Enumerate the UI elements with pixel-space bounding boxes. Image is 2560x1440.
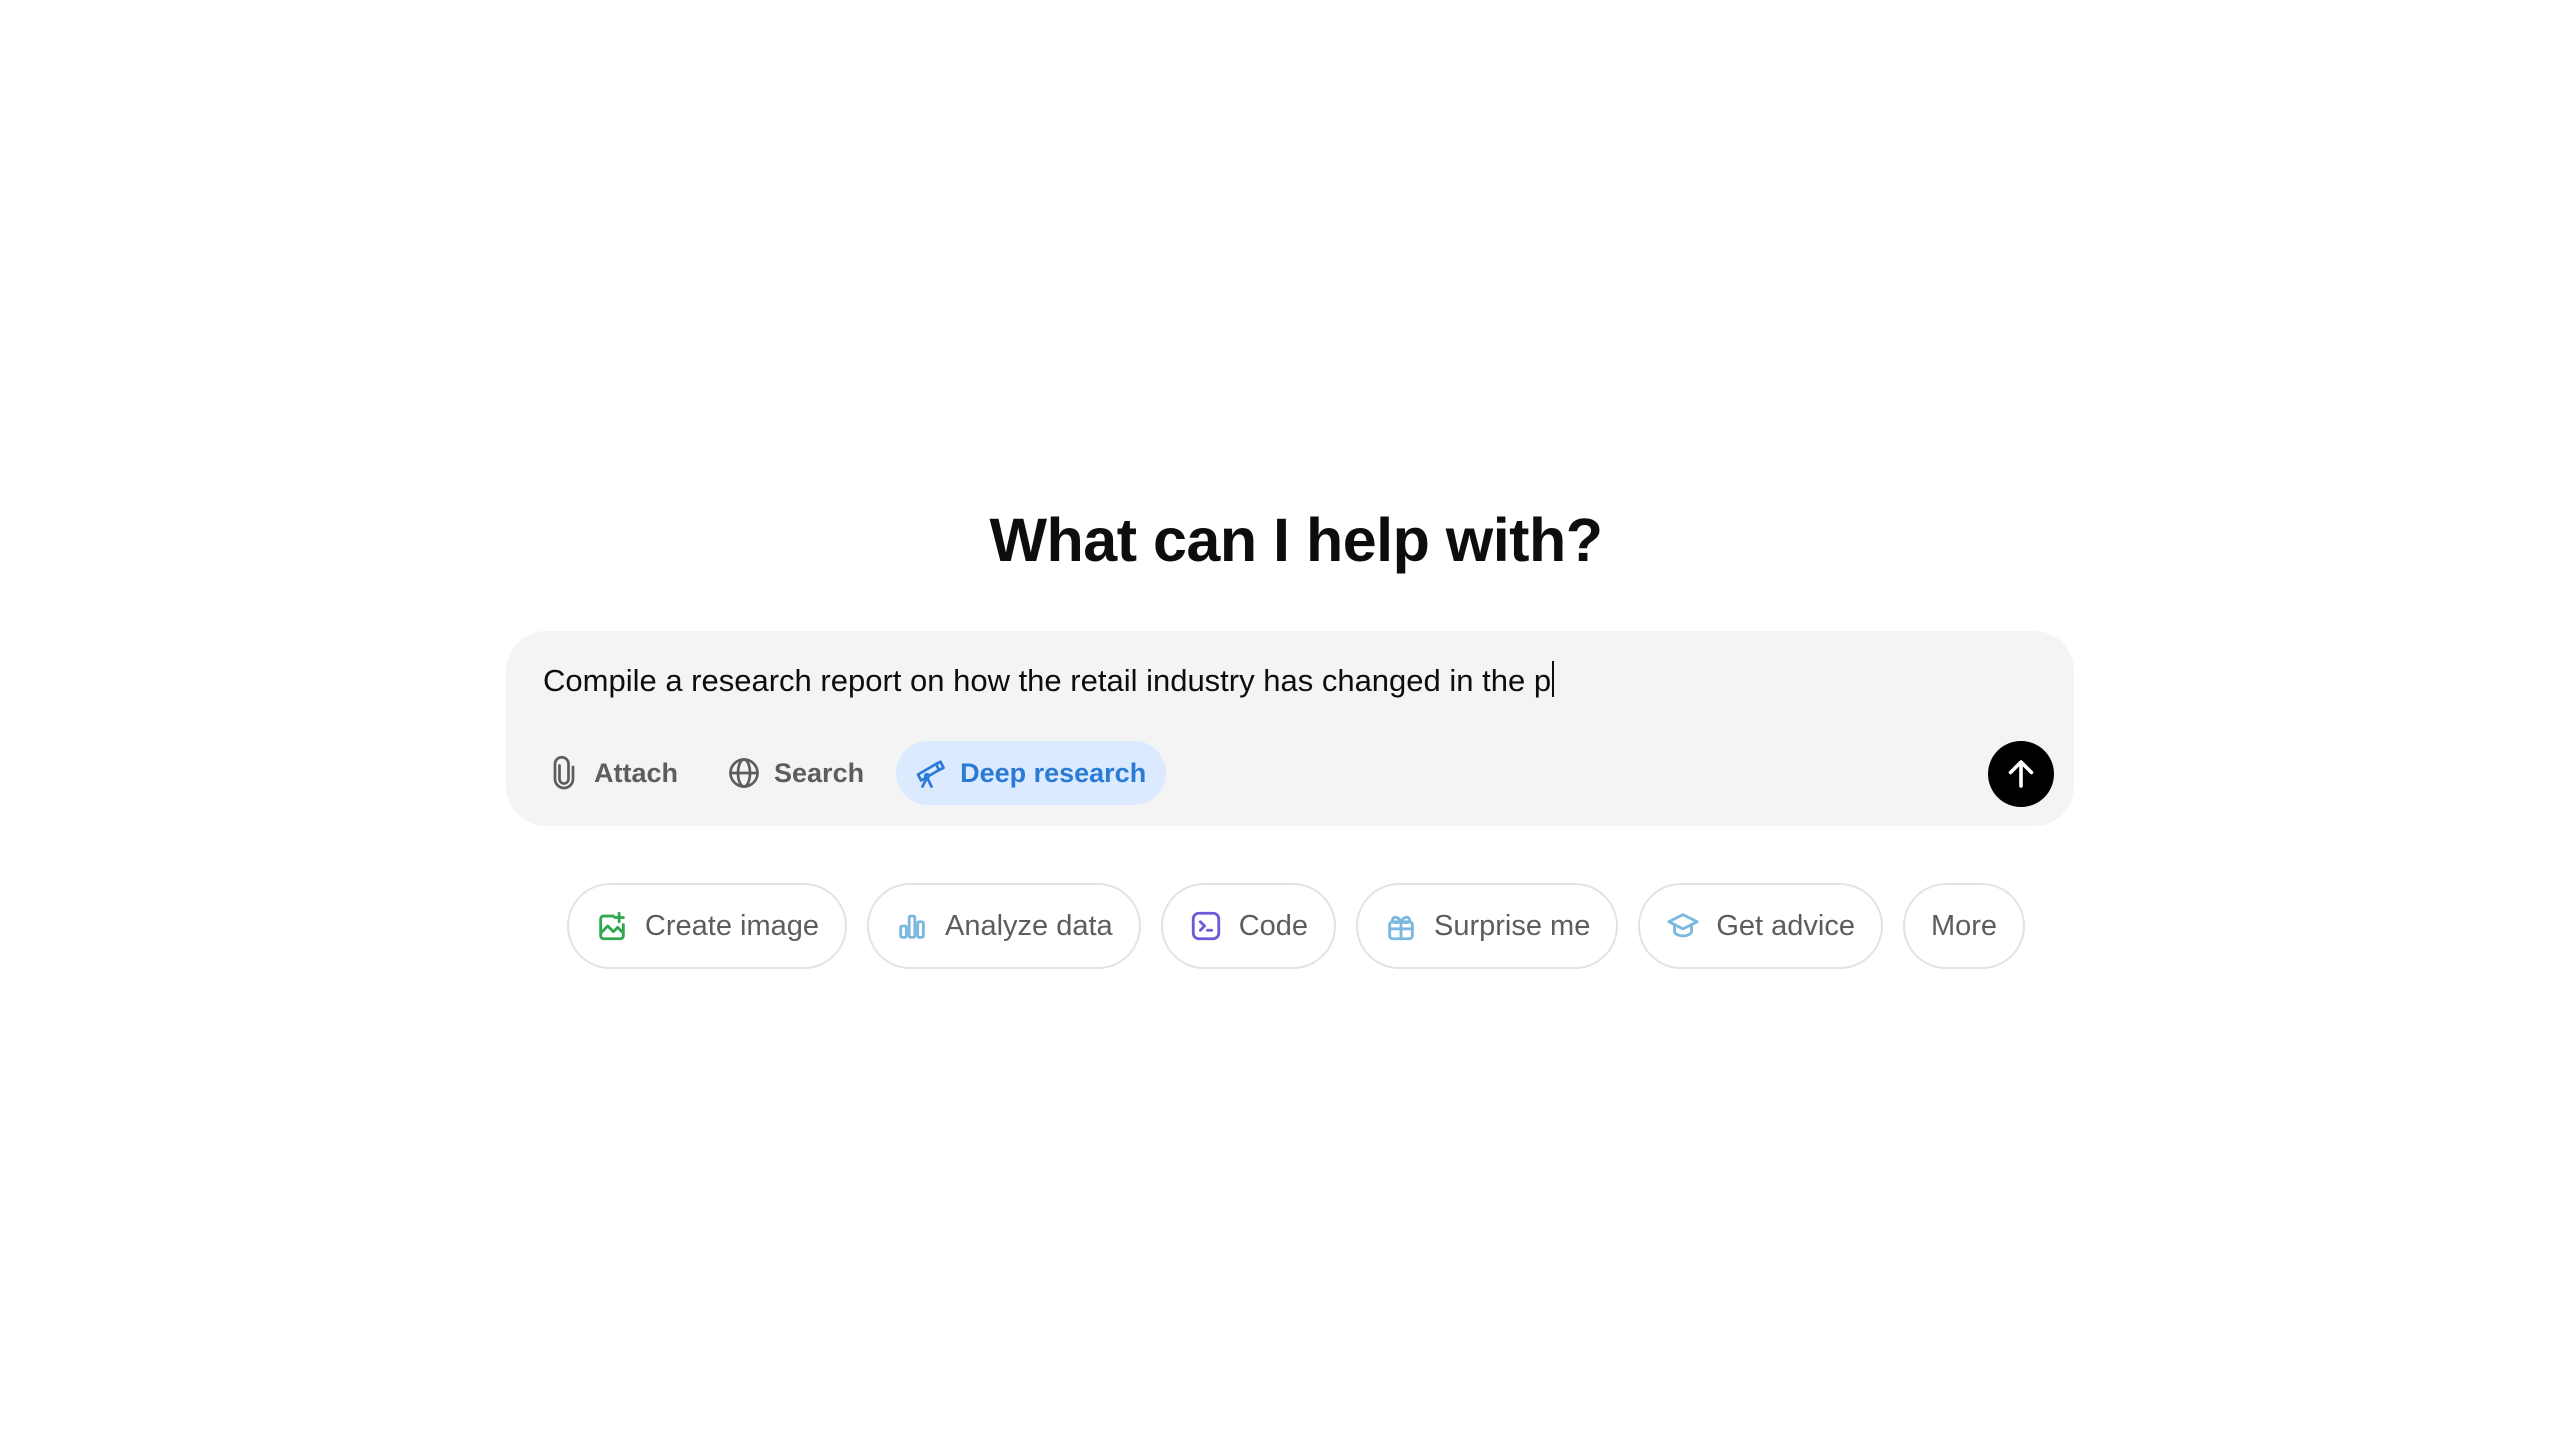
create-image-label: Create image xyxy=(644,909,820,942)
deep-research-button[interactable]: Deep research xyxy=(896,741,1167,805)
attach-label: Attach xyxy=(594,757,679,788)
prompt-text: Compile a research report on how the ret… xyxy=(543,663,1552,698)
analyze-data-chip[interactable]: Analyze data xyxy=(867,883,1141,969)
send-button[interactable] xyxy=(1988,741,2054,807)
prompt-input[interactable]: Compile a research report on how the ret… xyxy=(543,661,1555,701)
get-advice-label: Get advice xyxy=(1716,909,1855,942)
more-chip[interactable]: More xyxy=(1902,883,2026,969)
page: What can I help with? Compile a research… xyxy=(0,0,2560,1440)
surprise-me-chip[interactable]: Surprise me xyxy=(1356,883,1619,969)
search-label: Search xyxy=(774,757,865,788)
code-chip[interactable]: Code xyxy=(1160,883,1337,969)
globe-icon xyxy=(726,755,762,791)
bar-chart-icon xyxy=(895,909,929,943)
attach-button[interactable]: Attach xyxy=(530,741,698,805)
arrow-up-icon xyxy=(2003,756,2039,792)
text-caret xyxy=(1552,661,1555,697)
telescope-icon xyxy=(912,755,948,791)
get-advice-chip[interactable]: Get advice xyxy=(1638,883,1883,969)
create-image-chip[interactable]: Create image xyxy=(566,883,848,969)
suggestion-chips: Create image Analyze data Code Surprise … xyxy=(0,883,2560,969)
page-title: What can I help with? xyxy=(989,506,1603,574)
graduation-cap-icon xyxy=(1666,909,1700,943)
gift-icon xyxy=(1384,909,1418,943)
paperclip-icon xyxy=(546,755,582,791)
deep-research-label: Deep research xyxy=(960,757,1147,788)
more-label: More xyxy=(1930,909,1998,942)
code-label: Code xyxy=(1238,909,1309,942)
search-button[interactable]: Search xyxy=(710,741,884,805)
surprise-me-label: Surprise me xyxy=(1434,909,1591,942)
composer-toolbar: Attach Search Deep research xyxy=(530,741,1167,805)
image-icon xyxy=(595,909,629,943)
analyze-data-label: Analyze data xyxy=(945,909,1113,942)
terminal-icon xyxy=(1189,909,1223,943)
composer[interactable]: Compile a research report on how the ret… xyxy=(506,631,2074,826)
